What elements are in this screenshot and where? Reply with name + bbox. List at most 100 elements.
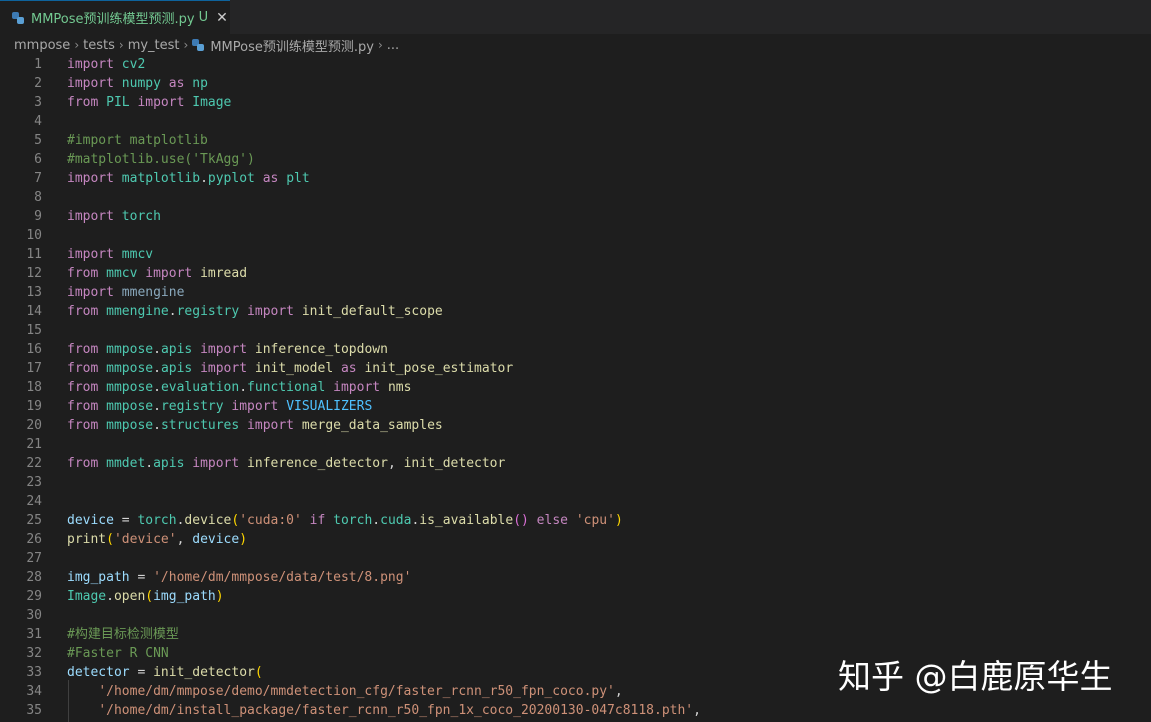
code-text: import cv2 bbox=[67, 55, 145, 74]
code-token: img_path bbox=[153, 589, 216, 604]
code-line[interactable]: 8 bbox=[0, 188, 1151, 207]
code-token: print bbox=[67, 532, 107, 547]
code-line[interactable]: 12 from mmcv import imread bbox=[0, 264, 1151, 283]
code-token: cuda bbox=[380, 513, 412, 528]
close-icon[interactable]: ✕ bbox=[216, 10, 228, 26]
code-token: import bbox=[192, 456, 240, 471]
breadcrumb-item-file[interactable]: MMPose预训练模型预测.py bbox=[210, 36, 374, 55]
code-token: #构建目标检测模型 bbox=[67, 627, 179, 642]
code-token: 'device' bbox=[113, 532, 177, 547]
code-editor[interactable]: 1 import cv2 2 import numpy as np 3 from PIL … bbox=[0, 55, 1151, 722]
line-number: 30 bbox=[26, 608, 42, 623]
code-token: . bbox=[153, 399, 161, 414]
code-line[interactable]: 18 from mmpose.evaluation.functional impo… bbox=[0, 378, 1151, 397]
code-line[interactable]: 30 bbox=[0, 606, 1151, 625]
code-line[interactable]: 11 import mmcv bbox=[0, 245, 1151, 264]
code-line[interactable]: 28 img_path = '/home/dm/mmpose/data/test/… bbox=[0, 568, 1151, 587]
code-line[interactable]: 23 bbox=[0, 473, 1151, 492]
code-token: evaluation bbox=[160, 380, 240, 395]
code-line[interactable]: 14 from mmengine.registry import init_def… bbox=[0, 302, 1151, 321]
code-token: '/home/dm/install_package/faster_rcnn_r5… bbox=[98, 703, 694, 718]
code-line[interactable]: 25 device = torch.device('cuda:0' if torc… bbox=[0, 511, 1151, 530]
code-line[interactable]: 35 '/home/dm/install_package/faster_rcnn… bbox=[0, 701, 1151, 720]
code-line[interactable]: 29 Image.open(img_path) bbox=[0, 587, 1151, 606]
code-text: import mmcv bbox=[67, 245, 153, 264]
breadcrumb-item-symbols[interactable]: ... bbox=[387, 38, 399, 53]
breadcrumb-item-my-test[interactable]: my_test bbox=[128, 38, 180, 53]
line-number: 17 bbox=[26, 361, 42, 376]
code-token: mmpose bbox=[106, 380, 154, 395]
code-token: img_path bbox=[67, 570, 130, 585]
code-text: from mmdet.apis import inference_detecto… bbox=[67, 454, 505, 473]
code-text: import matplotlib.pyplot as plt bbox=[67, 169, 310, 188]
line-number: 8 bbox=[34, 190, 42, 205]
code-token: VISUALIZERS bbox=[286, 399, 373, 414]
code-line[interactable]: 20 from mmpose.structures import merge_da… bbox=[0, 416, 1151, 435]
code-line[interactable]: 9 import torch bbox=[0, 207, 1151, 226]
code-line[interactable]: 4 bbox=[0, 112, 1151, 131]
code-line[interactable]: 16 from mmpose.apis import inference_topd… bbox=[0, 340, 1151, 359]
code-line[interactable]: 2 import numpy as np bbox=[0, 74, 1151, 93]
code-token: mmpose bbox=[106, 418, 154, 433]
code-token: as bbox=[340, 361, 357, 376]
code-text: from mmengine.registry import init_defau… bbox=[67, 302, 443, 321]
code-line[interactable]: 22 from mmdet.apis import inference_detec… bbox=[0, 454, 1151, 473]
code-token: ( bbox=[254, 665, 263, 680]
code-token: . bbox=[372, 513, 381, 528]
code-line[interactable]: 21 bbox=[0, 435, 1151, 454]
code-line[interactable]: 17 from mmpose.apis import init_model as … bbox=[0, 359, 1151, 378]
code-token: device bbox=[184, 513, 232, 528]
code-token: , bbox=[693, 703, 701, 718]
code-line[interactable]: 7 import matplotlib.pyplot as plt bbox=[0, 169, 1151, 188]
code-token: from bbox=[67, 456, 99, 471]
code-line[interactable]: 1 import cv2 bbox=[0, 55, 1151, 74]
line-number: 35 bbox=[26, 703, 42, 718]
code-line[interactable]: 3 from PIL import Image bbox=[0, 93, 1151, 112]
code-token: registry bbox=[176, 304, 240, 319]
code-token: '/home/dm/mmpose/demo/mmdetection_cfg/fa… bbox=[98, 684, 615, 699]
code-token: torch bbox=[333, 513, 373, 528]
editor-tab[interactable]: MMPose预训练模型预测.py U ✕ bbox=[0, 0, 230, 34]
code-token: import bbox=[231, 399, 279, 414]
code-line[interactable]: 19 from mmpose.registry import VISUALIZER… bbox=[0, 397, 1151, 416]
python-file-icon bbox=[12, 11, 24, 24]
code-token: #matplotlib.use('TkAgg') bbox=[67, 152, 255, 167]
code-line[interactable]: 26 print('device', device) bbox=[0, 530, 1151, 549]
line-number: 24 bbox=[26, 494, 42, 509]
code-token: import bbox=[67, 285, 114, 300]
code-line[interactable]: 10 bbox=[0, 226, 1151, 245]
code-token: mmpose bbox=[106, 399, 154, 414]
code-token: init_default_scope bbox=[301, 304, 443, 319]
code-line[interactable]: 31 #构建目标检测模型 bbox=[0, 625, 1151, 644]
code-line[interactable]: 13 import mmengine bbox=[0, 283, 1151, 302]
code-text: from mmpose.evaluation.functional import… bbox=[67, 378, 411, 397]
code-token: import bbox=[67, 209, 114, 224]
breadcrumb-item-tests[interactable]: tests bbox=[83, 38, 115, 53]
code-line[interactable]: 5 #import matplotlib bbox=[0, 131, 1151, 150]
code-token: 'cpu' bbox=[575, 513, 615, 528]
line-number: 1 bbox=[34, 57, 42, 72]
code-line[interactable]: 27 bbox=[0, 549, 1151, 568]
code-token: from bbox=[67, 399, 99, 414]
code-line[interactable]: 6 #matplotlib.use('TkAgg') bbox=[0, 150, 1151, 169]
code-line[interactable]: 24 bbox=[0, 492, 1151, 511]
code-line[interactable]: 15 bbox=[0, 321, 1151, 340]
line-number: 28 bbox=[26, 570, 42, 585]
code-token: . bbox=[239, 380, 248, 395]
code-text: from PIL import Image bbox=[67, 93, 231, 112]
code-token: from bbox=[67, 361, 99, 376]
breadcrumb-item-mmpose[interactable]: mmpose bbox=[14, 38, 70, 53]
